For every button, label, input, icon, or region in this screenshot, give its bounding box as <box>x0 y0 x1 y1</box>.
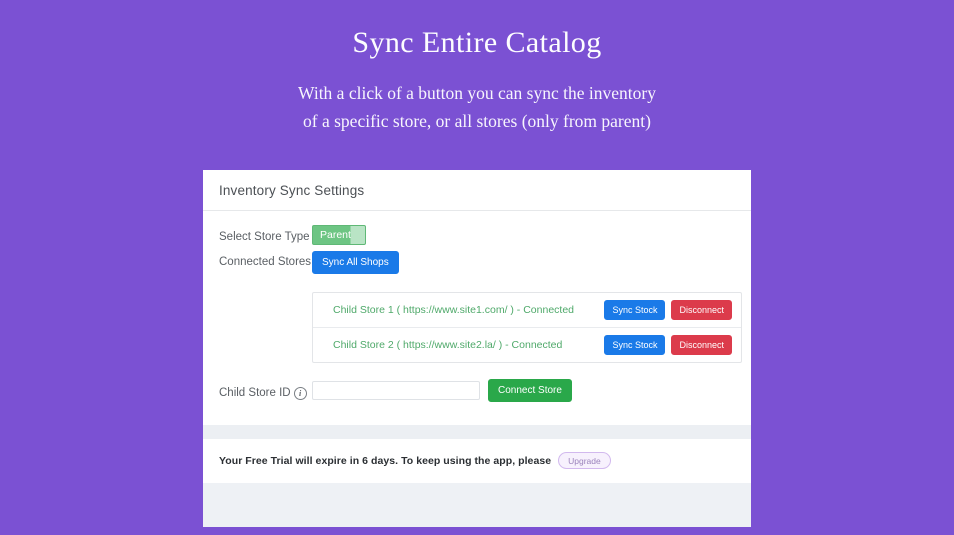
page-subtitle: With a click of a button you can sync th… <box>0 62 954 136</box>
card-body: Select Store Type i Parent Connected Sto… <box>203 211 751 527</box>
child-store-id-control: Connect Store <box>312 379 751 402</box>
connected-stores-label: Connected Stores <box>219 256 312 268</box>
store-table: Child Store 1 ( https://www.site1.com/ )… <box>312 292 742 363</box>
connected-stores-label-group: Connected Stores <box>219 251 312 268</box>
card-header: Inventory Sync Settings <box>203 170 751 211</box>
store-table-wrap: Child Store 1 ( https://www.site1.com/ )… <box>203 280 751 363</box>
card-footer-area <box>203 483 751 527</box>
connected-stores-control: Sync All Shops <box>312 251 751 274</box>
store-type-select[interactable]: Parent <box>312 225 366 245</box>
card-header-title: Inventory Sync Settings <box>219 182 365 198</box>
page-title: Sync Entire Catalog <box>352 26 602 59</box>
store-type-row: Select Store Type i Parent <box>203 225 751 245</box>
info-icon: i <box>293 386 307 400</box>
disconnect-button[interactable]: Disconnect <box>671 335 732 355</box>
child-store-id-label-group: Child Store ID i <box>219 382 312 400</box>
table-row: Child Store 1 ( https://www.site1.com/ )… <box>313 293 741 328</box>
upgrade-button[interactable]: Upgrade <box>558 452 611 469</box>
store-row-actions: Sync Stock Disconnect <box>604 300 732 320</box>
disconnect-button[interactable]: Disconnect <box>671 300 732 320</box>
sync-stock-button[interactable]: Sync Stock <box>604 300 666 320</box>
sync-stock-button[interactable]: Sync Stock <box>604 335 666 355</box>
hero-section: Sync Entire Catalog With a click of a bu… <box>0 0 954 135</box>
store-row-actions: Sync Stock Disconnect <box>604 335 732 355</box>
connected-stores-row: Connected Stores Sync All Shops <box>203 251 751 274</box>
store-type-label: Select Store Type <box>219 230 310 243</box>
trial-notice-text: Your Free Trial will expire in 6 days. T… <box>219 454 552 467</box>
child-store-id-label: Child Store ID <box>219 387 291 399</box>
child-store-id-row: Child Store ID i Connect Store <box>203 379 751 402</box>
table-row: Child Store 2 ( https://www.site2.la/ ) … <box>313 328 741 362</box>
page-subtitle-line-1: With a click of a button you can sync th… <box>298 82 656 103</box>
store-row-label: Child Store 1 ( https://www.site1.com/ )… <box>333 304 575 316</box>
store-type-control: Parent <box>312 225 751 245</box>
connect-store-button[interactable]: Connect Store <box>488 379 572 402</box>
child-store-id-input[interactable] <box>312 381 480 400</box>
page-root: Sync Entire Catalog With a click of a bu… <box>0 0 954 535</box>
trial-notice-bar: Your Free Trial will expire in 6 days. T… <box>203 439 751 483</box>
inventory-sync-card: Inventory Sync Settings Select Store Typ… <box>203 170 751 527</box>
store-type-label-group: Select Store Type i <box>219 225 326 243</box>
divider-band <box>203 425 751 439</box>
sync-all-shops-button[interactable]: Sync All Shops <box>312 251 399 274</box>
store-row-label: Child Store 2 ( https://www.site2.la/ ) … <box>333 339 563 351</box>
page-subtitle-line-2: of a specific store, or all stores (only… <box>303 110 651 131</box>
